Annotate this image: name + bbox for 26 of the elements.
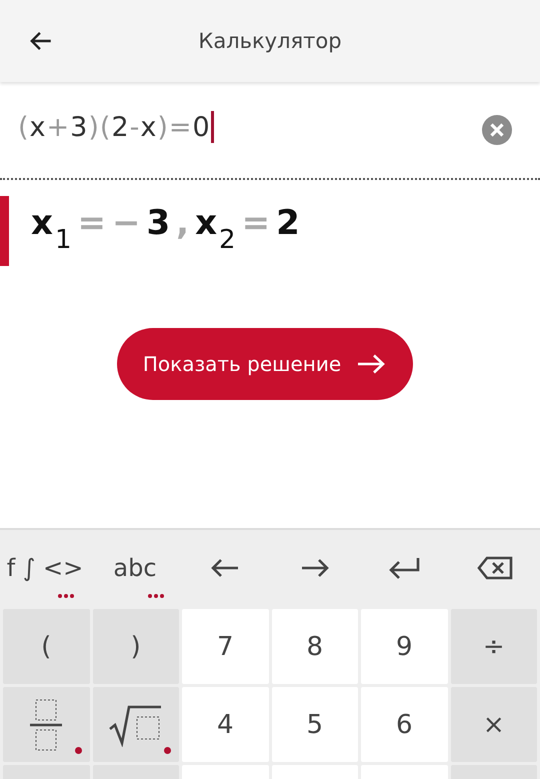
keypad-key[interactable]: ×: [450, 687, 537, 762]
arrow-left-icon: [210, 558, 240, 578]
arrow-right-icon: [355, 352, 388, 376]
clear-icon[interactable]: [482, 115, 512, 145]
keypad-key[interactable]: 6: [361, 687, 448, 762]
result-marker: [0, 196, 9, 266]
fraction-icon: [29, 696, 64, 752]
square-root-icon: [108, 702, 163, 746]
keyboard-mode-key[interactable]: f ∫ <>: [0, 530, 90, 606]
keypad-key[interactable]: 4: [182, 687, 268, 762]
screen-title: Калькулятор: [198, 29, 342, 53]
keypad-key[interactable]: 5: [272, 687, 358, 762]
keyboard-mode-key[interactable]: abc: [90, 530, 180, 606]
show-solution-button[interactable]: Показать решение: [117, 328, 413, 400]
fraction-key[interactable]: [3, 687, 90, 762]
keypad-key[interactable]: 8: [272, 609, 358, 684]
enter-icon: [388, 556, 422, 580]
keypad-key[interactable]: (: [3, 609, 90, 684]
backspace-icon: [477, 556, 513, 580]
arrow-right-icon: [300, 558, 330, 578]
keypad-key[interactable]: ÷: [450, 609, 537, 684]
keypad-key[interactable]: ): [92, 609, 179, 684]
equation-input[interactable]: (x+3)(2-x)=0: [18, 111, 214, 149]
keypad-key[interactable]: 9: [361, 609, 448, 684]
keypad-key[interactable]: 7: [182, 609, 268, 684]
square-root-key[interactable]: [92, 687, 179, 762]
